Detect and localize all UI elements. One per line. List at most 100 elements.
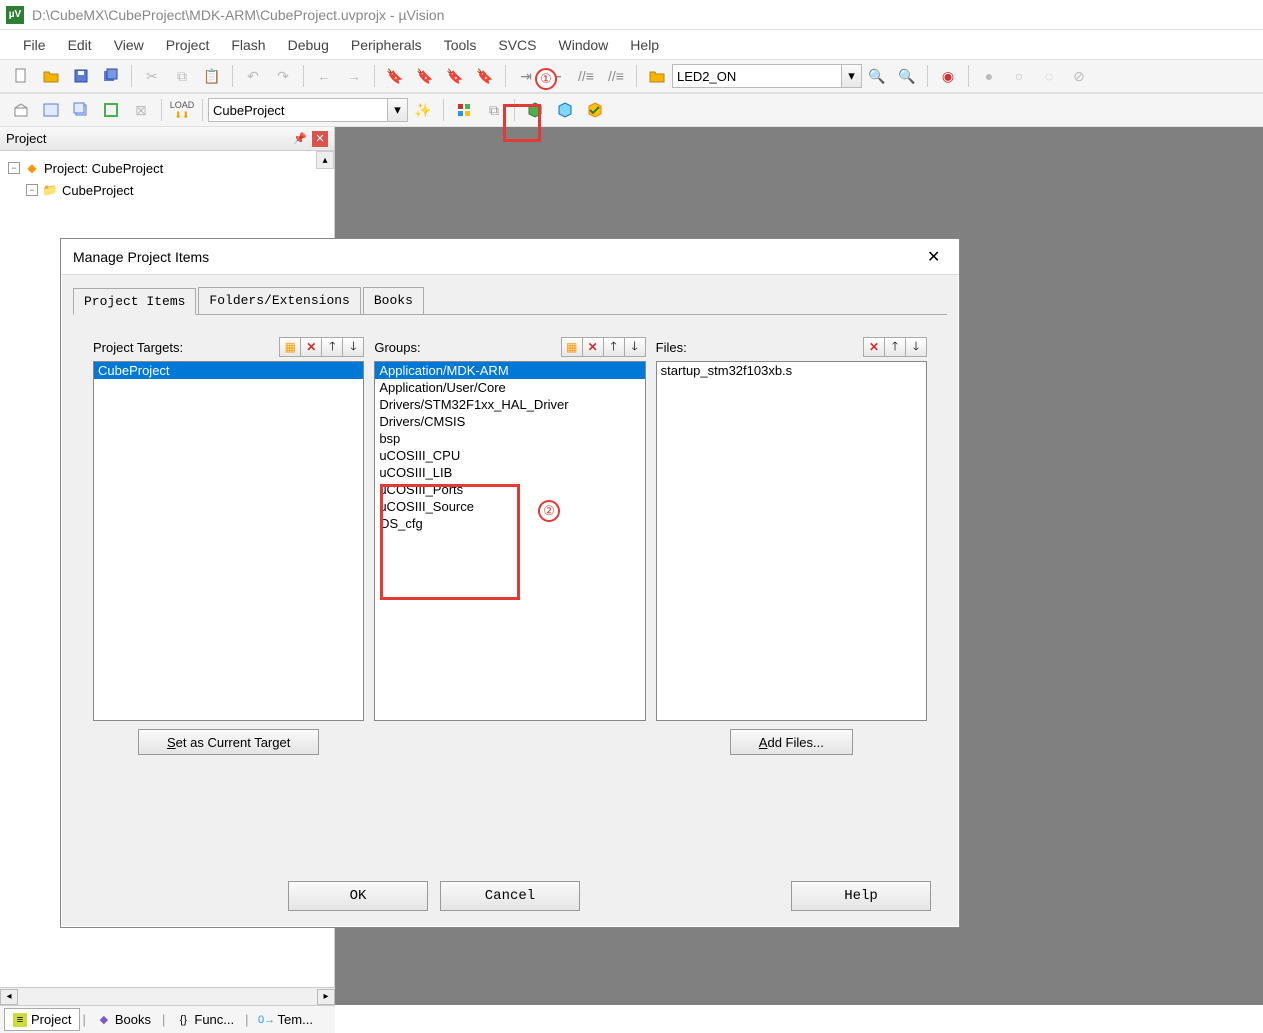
menu-tools[interactable]: Tools <box>433 31 488 59</box>
move-down-icon[interactable]: 🡓 <box>342 337 364 357</box>
paste-icon[interactable]: 📋 <box>200 64 224 88</box>
menu-peripherals[interactable]: Peripherals <box>340 31 433 59</box>
menu-flash[interactable]: Flash <box>220 31 276 59</box>
scroll-up-icon[interactable]: ▴ <box>316 151 334 169</box>
tree-row-project[interactable]: − ◆ Project: CubeProject <box>4 157 330 179</box>
nav-forward-icon[interactable]: → <box>342 64 366 88</box>
nav-back-icon[interactable]: ← <box>312 64 336 88</box>
breakpoint-enable-icon[interactable]: ○ <box>1007 64 1031 88</box>
menu-window[interactable]: Window <box>548 31 620 59</box>
redo-icon[interactable]: ↷ <box>271 64 295 88</box>
pin-icon[interactable]: 📌 <box>292 131 308 147</box>
tab-templates[interactable]: 0→Tem... <box>251 1008 322 1031</box>
tab-project-items[interactable]: Project Items <box>73 288 196 315</box>
select-packs-icon[interactable] <box>583 98 607 122</box>
find-combo[interactable] <box>672 64 842 88</box>
tab-folders-extensions[interactable]: Folders/Extensions <box>198 287 360 314</box>
batch-build-icon[interactable] <box>99 98 123 122</box>
scroll-left-icon[interactable]: ◂ <box>0 989 18 1005</box>
breakpoint-insert-icon[interactable]: ● <box>977 64 1001 88</box>
delete-file-icon[interactable]: ✕ <box>863 337 885 357</box>
list-item[interactable]: OS_cfg <box>375 515 644 532</box>
tab-separator: | <box>243 1012 250 1027</box>
groups-listbox[interactable]: Application/MDK-ARM Application/User/Cor… <box>374 361 645 721</box>
uncomment-icon[interactable]: //≡ <box>604 64 628 88</box>
cancel-button[interactable]: Cancel <box>440 881 580 911</box>
menu-debug[interactable]: Debug <box>277 31 340 59</box>
tree-collapse-icon[interactable]: − <box>8 162 20 174</box>
menu-view[interactable]: View <box>103 31 155 59</box>
tree-row-target[interactable]: − 📁 CubeProject <box>4 179 330 201</box>
menu-file[interactable]: File <box>12 31 57 59</box>
translate-icon[interactable] <box>9 98 33 122</box>
close-icon[interactable]: ✕ <box>927 247 947 267</box>
list-item[interactable]: Application/User/Core <box>375 379 644 396</box>
tab-books[interactable]: Books <box>363 287 424 314</box>
list-item[interactable]: Drivers/CMSIS <box>375 413 644 430</box>
move-down-icon[interactable]: 🡓 <box>624 337 646 357</box>
tree-collapse-icon[interactable]: − <box>26 184 38 196</box>
list-item[interactable]: Drivers/STM32F1xx_HAL_Driver <box>375 396 644 413</box>
rebuild-icon[interactable] <box>69 98 93 122</box>
tab-books[interactable]: ◆Books <box>88 1008 160 1031</box>
list-item[interactable]: uCOSIII_LIB <box>375 464 644 481</box>
find-icon[interactable]: 🔍 <box>865 64 889 88</box>
ok-button[interactable]: OK <box>288 881 428 911</box>
bookmark-next-icon[interactable]: 🔖 <box>443 64 467 88</box>
menu-edit[interactable]: Edit <box>57 31 103 59</box>
list-item[interactable]: startup_stm32f103xb.s <box>657 362 926 379</box>
copy-icon[interactable]: ⧉ <box>170 64 194 88</box>
breakpoint-disable-icon[interactable]: ◌ <box>1037 64 1061 88</box>
debug-icon[interactable]: ◉ <box>936 64 960 88</box>
files-listbox[interactable]: startup_stm32f103xb.s <box>656 361 927 721</box>
set-as-current-target-button[interactable]: Set as Current Target <box>138 729 319 755</box>
target-select-dropdown-icon[interactable]: ▾ <box>388 98 408 122</box>
manage-rte-icon[interactable] <box>553 98 577 122</box>
list-item[interactable]: CubeProject <box>94 362 363 379</box>
tab-project[interactable]: ≡Project <box>4 1008 80 1031</box>
cut-icon[interactable]: ✂ <box>140 64 164 88</box>
tab-functions[interactable]: {}Func... <box>167 1008 243 1031</box>
target-options-icon[interactable]: ✨ <box>411 98 435 122</box>
bookmark-icon[interactable]: 🔖 <box>383 64 407 88</box>
delete-target-icon[interactable]: ✕ <box>300 337 322 357</box>
find-folder-icon[interactable] <box>645 64 669 88</box>
bookmark-clear-icon[interactable]: 🔖 <box>473 64 497 88</box>
list-item[interactable]: Application/MDK-ARM <box>375 362 644 379</box>
list-item[interactable]: uCOSIII_Ports <box>375 481 644 498</box>
delete-group-icon[interactable]: ✕ <box>582 337 604 357</box>
new-file-icon[interactable] <box>9 64 33 88</box>
menu-svcs[interactable]: SVCS <box>487 31 547 59</box>
list-item[interactable]: uCOSIII_Source <box>375 498 644 515</box>
open-file-icon[interactable] <box>39 64 63 88</box>
add-files-button[interactable]: Add Files... <box>730 729 853 755</box>
move-up-icon[interactable]: 🡑 <box>603 337 625 357</box>
annotation-red-box-1 <box>503 104 541 142</box>
breakpoint-kill-icon[interactable]: ⊘ <box>1067 64 1091 88</box>
comment-icon[interactable]: //≡ <box>574 64 598 88</box>
close-panel-icon[interactable]: ✕ <box>312 131 328 147</box>
list-item[interactable]: uCOSIII_CPU <box>375 447 644 464</box>
scroll-right-icon[interactable]: ▸ <box>317 989 335 1005</box>
menu-project[interactable]: Project <box>155 31 221 59</box>
move-down-icon[interactable]: 🡓 <box>905 337 927 357</box>
find-combo-dropdown-icon[interactable]: ▾ <box>842 64 862 88</box>
help-button[interactable]: Help <box>791 881 931 911</box>
stop-build-icon[interactable]: ⊠ <box>129 98 153 122</box>
move-up-icon[interactable]: 🡑 <box>884 337 906 357</box>
save-icon[interactable] <box>69 64 93 88</box>
build-icon[interactable] <box>39 98 63 122</box>
new-group-icon[interactable]: ▦ <box>561 337 583 357</box>
menu-help[interactable]: Help <box>619 31 670 59</box>
target-select[interactable] <box>208 98 388 122</box>
find-in-files-icon[interactable]: 🔍 <box>895 64 919 88</box>
list-item[interactable]: bsp <box>375 430 644 447</box>
bookmark-prev-icon[interactable]: 🔖 <box>413 64 437 88</box>
new-target-icon[interactable]: ▦ <box>279 337 301 357</box>
targets-listbox[interactable]: CubeProject <box>93 361 364 721</box>
move-up-icon[interactable]: 🡑 <box>321 337 343 357</box>
undo-icon[interactable]: ↶ <box>241 64 265 88</box>
save-all-icon[interactable] <box>99 64 123 88</box>
download-icon[interactable]: LOAD⬇⬇ <box>170 98 194 122</box>
manage-project-items-icon[interactable] <box>452 98 476 122</box>
